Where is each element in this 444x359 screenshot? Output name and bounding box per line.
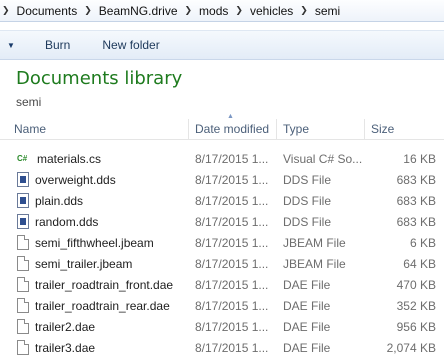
column-header-name[interactable]: Name: [0, 119, 189, 140]
file-type: DAE File: [283, 340, 331, 355]
generic-file-icon: [17, 319, 29, 334]
file-type: DDS File: [283, 193, 332, 208]
file-size: 2,074 KB: [386, 340, 436, 355]
file-size: 470 KB: [396, 277, 436, 292]
file-row[interactable]: semi_trailer.jbeam 8/17/2015 1... JBEAM …: [0, 253, 444, 274]
file-name: trailer_roadtrain_rear.dae: [35, 298, 170, 313]
file-name: overweight.dds: [35, 172, 116, 187]
file-row[interactable]: trailer2.dae 8/17/2015 1... DAE File 956…: [0, 316, 444, 337]
file-size: 16 KB: [403, 151, 436, 166]
file-date: 8/17/2015 1...: [195, 172, 269, 187]
breadcrumb-beamng[interactable]: BeamNG.drive ❯: [96, 4, 196, 18]
file-date: 8/17/2015 1...: [195, 214, 269, 229]
file-name: random.dds: [35, 214, 99, 229]
column-header-size[interactable]: Size: [365, 119, 444, 140]
breadcrumb-vehicles[interactable]: vehicles ❯: [247, 4, 312, 18]
file-size: 352 KB: [396, 298, 436, 313]
command-bar: ▼ Burn New folder: [0, 30, 444, 60]
column-header-date-modified[interactable]: ▲ Date modified: [189, 113, 277, 140]
file-type: JBEAM File: [283, 256, 346, 271]
chevron-right-icon[interactable]: ❯: [296, 5, 312, 16]
file-date: 8/17/2015 1...: [195, 298, 269, 313]
breadcrumb-label: semi: [314, 3, 341, 18]
file-size: 683 KB: [396, 172, 436, 187]
library-subtitle: semi: [16, 95, 42, 109]
file-name: materials.cs: [37, 151, 102, 166]
csharp-file-icon: C#: [17, 154, 28, 163]
file-name: plain.dds: [35, 193, 84, 208]
file-name: trailer_roadtrain_front.dae: [35, 277, 174, 292]
file-row[interactable]: semi_fifthwheel.jbeam 8/17/2015 1... JBE…: [0, 232, 444, 253]
address-bar[interactable]: ❯ Documents ❯ BeamNG.drive ❯ mods ❯ vehicle…: [0, 0, 444, 22]
file-row[interactable]: C# materials.cs 8/17/2015 1... Visual C# …: [0, 148, 444, 169]
file-date: 8/17/2015 1...: [195, 277, 269, 292]
file-type: JBEAM File: [283, 235, 346, 250]
file-size: 683 KB: [396, 214, 436, 229]
file-date: 8/17/2015 1...: [195, 256, 269, 271]
file-row[interactable]: plain.dds 8/17/2015 1... DDS File 683 KB: [0, 190, 444, 211]
library-title: Documents library: [16, 68, 183, 89]
chevron-right-icon[interactable]: ❯: [181, 5, 197, 16]
breadcrumb-documents[interactable]: Documents ❯: [14, 4, 96, 18]
file-size: 64 KB: [403, 256, 436, 271]
file-date: 8/17/2015 1...: [195, 340, 269, 355]
file-type: DAE File: [283, 298, 331, 313]
column-header-label: Date modified: [195, 122, 270, 136]
breadcrumb-label: Documents: [16, 3, 78, 18]
file-name: trailer3.dae: [35, 340, 96, 355]
breadcrumb-mods[interactable]: mods ❯: [196, 4, 247, 18]
dds-file-icon: [17, 193, 29, 208]
generic-file-icon: [17, 277, 29, 292]
file-type: DAE File: [283, 277, 331, 292]
file-date: 8/17/2015 1...: [195, 151, 269, 166]
generic-file-icon: [17, 298, 29, 313]
breadcrumb-label: vehicles: [249, 3, 294, 18]
breadcrumb-semi[interactable]: semi: [312, 4, 343, 18]
file-date: 8/17/2015 1...: [195, 193, 269, 208]
dds-file-icon: [17, 214, 29, 229]
file-row[interactable]: trailer_roadtrain_rear.dae 8/17/2015 1..…: [0, 295, 444, 316]
file-row[interactable]: trailer3.dae 8/17/2015 1... DAE File 2,0…: [0, 337, 444, 358]
dds-file-icon: [17, 172, 29, 187]
column-header-type[interactable]: Type: [277, 119, 365, 140]
generic-file-icon: [17, 340, 29, 355]
new-folder-button[interactable]: New folder: [86, 38, 175, 52]
file-row[interactable]: trailer_roadtrain_front.dae 8/17/2015 1.…: [0, 274, 444, 295]
file-size: 6 KB: [409, 235, 436, 250]
dropdown-arrow-icon[interactable]: ▼: [2, 41, 20, 50]
file-type: Visual C# So...: [283, 151, 363, 166]
generic-file-icon: [17, 256, 29, 271]
breadcrumb-label: mods: [199, 3, 229, 18]
chevron-right-icon[interactable]: ❯: [231, 5, 247, 16]
chevron-right-icon[interactable]: ❯: [80, 5, 96, 16]
breadcrumb-label: BeamNG.drive: [98, 3, 178, 18]
file-date: 8/17/2015 1...: [195, 235, 269, 250]
file-type: DDS File: [283, 214, 332, 229]
file-row[interactable]: overweight.dds 8/17/2015 1... DDS File 6…: [0, 169, 444, 190]
file-name: semi_trailer.jbeam: [35, 256, 133, 271]
burn-button[interactable]: Burn: [20, 38, 86, 52]
file-list: C# materials.cs 8/17/2015 1... Visual C# …: [0, 148, 444, 358]
generic-file-icon: [17, 235, 29, 250]
file-type: DDS File: [283, 172, 332, 187]
file-type: DAE File: [283, 319, 331, 334]
file-size: 956 KB: [396, 319, 436, 334]
file-row[interactable]: random.dds 8/17/2015 1... DDS File 683 K…: [0, 211, 444, 232]
chevron-right-icon[interactable]: ❯: [0, 5, 14, 16]
file-name: trailer2.dae: [35, 319, 96, 334]
column-headers: Name ▲ Date modified Type Size: [0, 113, 444, 140]
sort-ascending-icon: ▲: [227, 113, 234, 120]
file-date: 8/17/2015 1...: [195, 319, 269, 334]
file-size: 683 KB: [396, 193, 436, 208]
file-name: semi_fifthwheel.jbeam: [35, 235, 154, 250]
